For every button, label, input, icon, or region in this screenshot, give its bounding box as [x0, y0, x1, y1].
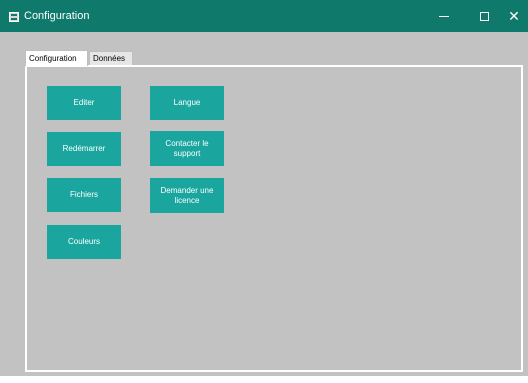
close-icon: ✕ [508, 8, 520, 24]
files-button[interactable]: Fichiers [47, 178, 121, 212]
edit-button[interactable]: Editer [47, 86, 121, 120]
tab-configuration[interactable]: Configuration [25, 50, 88, 66]
close-button[interactable]: ✕ [500, 0, 528, 32]
minimize-button[interactable] [424, 0, 464, 32]
tab-donnees[interactable]: Données [89, 51, 133, 65]
request-license-button[interactable]: Demander une licence [150, 178, 224, 213]
window-title: Configuration [24, 10, 90, 22]
contact-support-button[interactable]: Contacter le support [150, 131, 224, 166]
minimize-icon [439, 15, 449, 17]
configuration-window: Configuration ✕ Configuration Données Ed… [0, 0, 528, 383]
app-icon [9, 12, 19, 22]
language-button[interactable]: Langue [150, 86, 224, 120]
colors-button[interactable]: Couleurs [47, 225, 121, 259]
title-bar[interactable]: Configuration ✕ [0, 0, 528, 32]
window-bottom-edge [0, 376, 528, 383]
restart-button[interactable]: Redémarrer [47, 132, 121, 166]
maximize-icon [479, 11, 489, 21]
maximize-button[interactable] [464, 0, 504, 32]
